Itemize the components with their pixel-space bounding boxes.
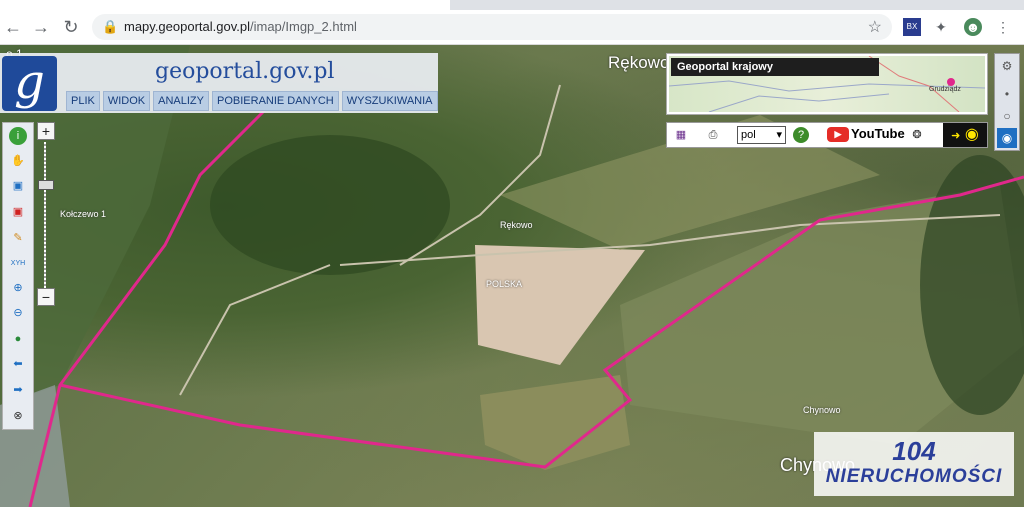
- menu-dots-icon[interactable]: ⋮: [994, 18, 1012, 36]
- zoom-track[interactable]: [44, 142, 46, 290]
- watermark-text: NIERUCHOMOŚCI: [825, 466, 1003, 487]
- app-header: g geoportal.gov.pl PLIK WIDOK ANALIZY PO…: [0, 53, 438, 113]
- overview-map[interactable]: Grudziądz Geoportal krajowy: [666, 53, 988, 115]
- zoom-minus-button[interactable]: −: [37, 288, 55, 306]
- arrow-forward-icon[interactable]: ➡: [9, 381, 27, 399]
- grid-icon[interactable]: ▦: [673, 127, 689, 143]
- menu-widok[interactable]: WIDOK: [102, 91, 151, 111]
- place-label-kolczewo: Kołczewo 1: [60, 209, 107, 219]
- youtube-label: YouTube: [851, 126, 905, 141]
- watermark-logo: 104 NIERUCHOMOŚCI: [814, 432, 1014, 496]
- zoom-out-icon[interactable]: ⊖: [9, 304, 27, 322]
- zoom-slider[interactable]: + −: [36, 122, 55, 307]
- accessibility-icon[interactable]: ❂: [909, 127, 925, 143]
- place-label-chynowo: Chynowo: [803, 405, 841, 415]
- lock-icon[interactable]: 🔒: [102, 19, 118, 35]
- profile-icon[interactable]: ☻: [964, 18, 982, 36]
- globe-icon[interactable]: ●: [9, 330, 27, 348]
- dot-icon[interactable]: •: [997, 84, 1017, 104]
- village-trees: [210, 135, 450, 275]
- app-title: geoportal.gov.pl: [155, 59, 335, 84]
- arrow-right-icon: ➜: [951, 130, 961, 142]
- xyh-icon[interactable]: XYH: [9, 255, 27, 273]
- place-label-polska: POLSKA: [486, 279, 523, 289]
- chevron-down-icon: ▾: [776, 129, 782, 141]
- menu-wyszukiwania[interactable]: WYSZUKIWANIA: [341, 91, 438, 111]
- striped-field: [480, 375, 630, 470]
- overview-city-label: Grudziądz: [929, 86, 961, 93]
- url-host: mapy.geoportal.gov.pl: [124, 19, 250, 34]
- eye-icon: ◉: [964, 126, 979, 143]
- browser-toolbar: ← → ↻ 🔒 mapy.geoportal.gov.pl/imap/Imgp_…: [0, 10, 1024, 45]
- right-rail: ⚙ • ○ ◉: [994, 53, 1020, 151]
- menu-analizy[interactable]: ANALIZY: [153, 91, 209, 111]
- left-toolbar: i ✋ ▣ ▣ ✎ XYH ⊕ ⊖ ● ⬅ ➡ ⊗: [2, 122, 34, 430]
- zoom-handle[interactable]: [38, 180, 54, 190]
- puzzle-icon[interactable]: ✦: [932, 18, 950, 36]
- address-bar[interactable]: 🔒 mapy.geoportal.gov.pl/imap/Imgp_2.html…: [92, 14, 892, 40]
- place-label-rekowo-top: Rękowo: [608, 53, 670, 72]
- info-icon[interactable]: i: [9, 127, 27, 145]
- url-text[interactable]: mapy.geoportal.gov.pl/imap/Imgp_2.html: [124, 19, 357, 34]
- browser-tab-strip: [0, 0, 1024, 10]
- forward-icon[interactable]: →: [30, 16, 52, 38]
- language-select[interactable]: pol ▾: [737, 126, 786, 144]
- star-icon[interactable]: ☆: [868, 17, 882, 37]
- youtube-link[interactable]: ▶ YouTube: [827, 126, 905, 143]
- pencil-icon[interactable]: ✎: [9, 229, 27, 247]
- menu-pobieranie-danych[interactable]: POBIERANIE DANYCH: [212, 91, 339, 111]
- geoportal-logo-icon[interactable]: g: [2, 56, 57, 111]
- overview-title: Geoportal krajowy: [671, 58, 879, 76]
- place-label-rekowo: Rękowo: [500, 220, 533, 230]
- reload-icon[interactable]: ↻: [60, 16, 82, 38]
- back-icon[interactable]: ←: [2, 16, 24, 38]
- visibility-icon[interactable]: ◉: [997, 128, 1017, 148]
- road: [179, 264, 331, 396]
- hand-pan-icon[interactable]: ✋: [9, 152, 27, 170]
- help-icon[interactable]: ?: [793, 127, 809, 143]
- language-value: pol: [741, 129, 756, 141]
- clear-icon[interactable]: ⊗: [9, 407, 27, 425]
- tools-row: ▦ ⎙ pol ▾ ? ▶ YouTube ❂ ➜ ◉: [666, 122, 988, 148]
- circle-icon[interactable]: ○: [997, 106, 1017, 126]
- main-menu: PLIK WIDOK ANALIZY POBIERANIE DANYCH WYS…: [66, 91, 438, 111]
- select-area-icon[interactable]: ▣: [9, 177, 27, 195]
- watermark-number: 104: [892, 436, 936, 466]
- menu-plik[interactable]: PLIK: [66, 91, 100, 111]
- url-path: /imap/Imgp_2.html: [249, 19, 357, 34]
- extension-icon[interactable]: BX: [903, 18, 921, 36]
- bare-field: [475, 245, 645, 365]
- eye-toggle[interactable]: ➜ ◉: [943, 123, 987, 147]
- settings-icon[interactable]: ⚙: [997, 56, 1017, 76]
- select-red-icon[interactable]: ▣: [9, 203, 27, 221]
- youtube-play-icon: ▶: [827, 127, 849, 143]
- zoom-in-icon[interactable]: ⊕: [9, 279, 27, 297]
- arrow-back-icon[interactable]: ⬅: [9, 355, 27, 373]
- zoom-plus-button[interactable]: +: [37, 122, 55, 140]
- browser-tab[interactable]: [0, 0, 450, 10]
- gps-icon[interactable]: ⎙: [705, 127, 721, 143]
